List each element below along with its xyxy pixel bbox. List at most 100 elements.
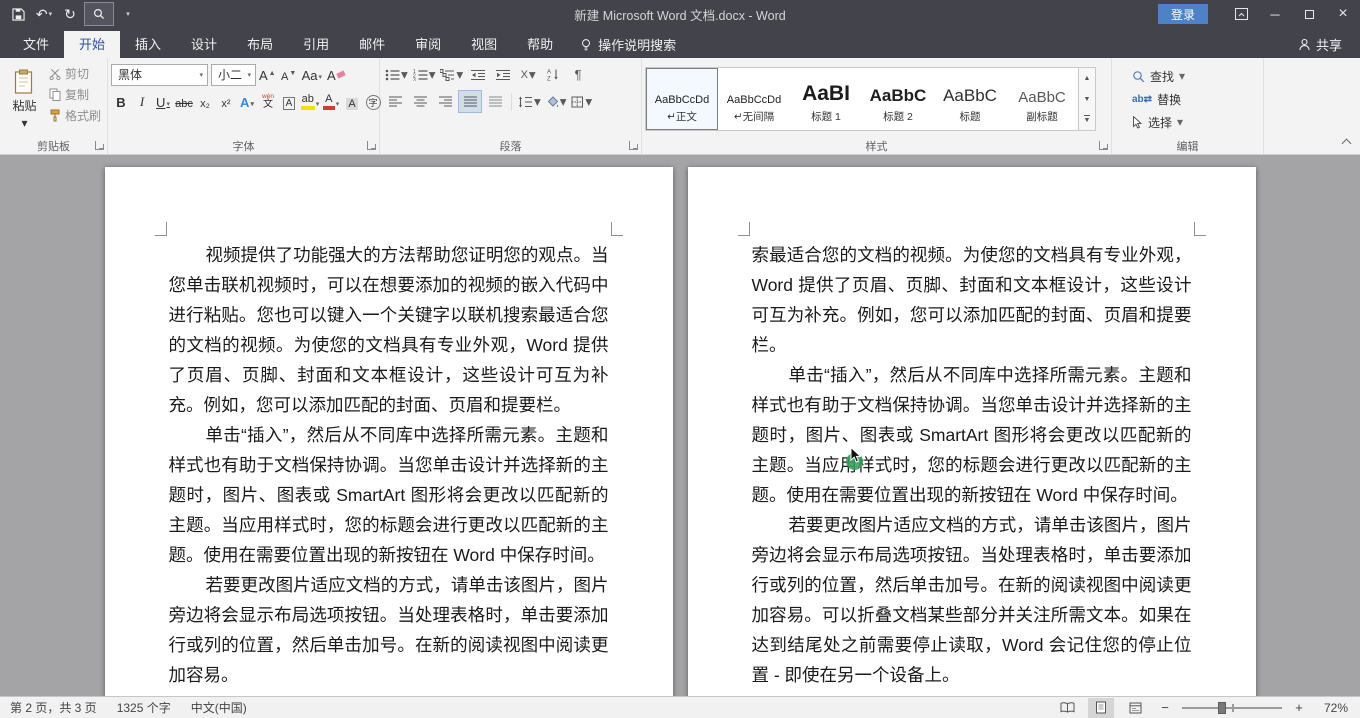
redo-button[interactable]: ↻ bbox=[58, 2, 82, 26]
italic-button[interactable]: I bbox=[132, 90, 152, 113]
paragraph-dialog-launcher[interactable] bbox=[629, 141, 638, 150]
borders-button[interactable]: ▾ bbox=[569, 90, 594, 113]
font-color-button[interactable]: A ▾ bbox=[321, 90, 341, 113]
ribbon-tab-bar: 文件 开始 插入 设计 布局 引用 邮件 审阅 视图 帮助 操作说明搜索 共享 bbox=[0, 28, 1360, 58]
tab-view[interactable]: 视图 bbox=[456, 31, 512, 58]
style-subtitle[interactable]: AaBbC 副标题 bbox=[1006, 68, 1078, 130]
text-effects-button[interactable]: A▾ bbox=[237, 90, 257, 113]
style-title[interactable]: AaBbC 标题 bbox=[934, 68, 1006, 130]
styles-scroll-up-button[interactable]: ▲ bbox=[1079, 68, 1095, 89]
maximize-button[interactable] bbox=[1292, 0, 1326, 28]
tab-layout[interactable]: 布局 bbox=[232, 31, 288, 58]
character-border-button[interactable]: A bbox=[279, 90, 299, 113]
subscript-button[interactable]: x₂ bbox=[195, 90, 215, 113]
zoom-in-button[interactable]: + bbox=[1290, 699, 1308, 717]
tab-home[interactable]: 开始 bbox=[64, 31, 120, 58]
font-name-select[interactable]: 黑体▾ bbox=[111, 64, 208, 86]
line-spacing-button[interactable]: ▾ bbox=[516, 90, 543, 113]
clear-formatting-button[interactable]: A bbox=[325, 63, 347, 86]
tab-file[interactable]: 文件 bbox=[8, 31, 64, 58]
paste-button[interactable]: 粘贴 ▾ bbox=[3, 61, 46, 137]
tab-mailings[interactable]: 邮件 bbox=[344, 31, 400, 58]
style-normal[interactable]: AaBbCcDd ↵正文 bbox=[646, 68, 718, 130]
clipboard-dialog-launcher[interactable] bbox=[95, 141, 104, 150]
change-case-button[interactable]: Aa▾ bbox=[300, 63, 324, 86]
styles-scroll-down-button[interactable]: ▼ bbox=[1079, 89, 1095, 110]
style-no-spacing[interactable]: AaBbCcDd ↵无间隔 bbox=[718, 68, 790, 130]
character-shading-button[interactable]: A bbox=[342, 90, 362, 113]
sort-button[interactable]: AZ bbox=[541, 63, 565, 86]
zoom-slider-thumb[interactable] bbox=[1218, 702, 1226, 714]
qat-custom-button[interactable] bbox=[84, 2, 114, 26]
superscript-button[interactable]: x² bbox=[216, 90, 236, 113]
replace-button[interactable]: ab⇄ 替换 bbox=[1129, 89, 1260, 109]
font-dialog-launcher[interactable] bbox=[367, 141, 376, 150]
chevron-down-icon: ▾ bbox=[534, 94, 541, 110]
select-button[interactable]: 选择 ▾ bbox=[1129, 112, 1260, 132]
ribbon-display-options-button[interactable] bbox=[1224, 0, 1258, 28]
styles-dialog-launcher[interactable] bbox=[1099, 141, 1108, 150]
read-mode-button[interactable] bbox=[1054, 698, 1080, 718]
tab-references[interactable]: 引用 bbox=[288, 31, 344, 58]
style-heading-2[interactable]: AaBbC 标题 2 bbox=[862, 68, 934, 130]
underline-button[interactable]: U▾ bbox=[153, 90, 173, 113]
chinese-layout-button[interactable]: X▾ bbox=[516, 63, 540, 86]
increase-indent-button[interactable] bbox=[491, 63, 515, 86]
phonetic-guide-button[interactable]: wén文 bbox=[258, 90, 278, 113]
language-indicator[interactable]: 中文(中国) bbox=[191, 699, 247, 716]
cut-button[interactable]: 剪切 bbox=[46, 64, 104, 83]
undo-button[interactable]: ↶▾ bbox=[32, 2, 56, 26]
decrease-indent-button[interactable] bbox=[466, 63, 490, 86]
zoom-level[interactable]: 72% bbox=[1316, 701, 1348, 715]
style-heading-1[interactable]: AaBI 标题 1 bbox=[790, 68, 862, 130]
styles-more-button[interactable]: ▼ bbox=[1079, 109, 1095, 130]
document-area[interactable]: 视频提供了功能强大的方法帮助您证明您的观点。当您单击联机视频时，可以在想要添加的… bbox=[0, 155, 1360, 696]
align-left-button[interactable] bbox=[383, 90, 407, 113]
margin-crop-mark bbox=[1194, 222, 1206, 236]
save-icon bbox=[12, 8, 25, 21]
distribute-button[interactable] bbox=[483, 90, 507, 113]
numbering-button[interactable]: 123 ▾ bbox=[411, 63, 438, 86]
sign-in-button[interactable]: 登录 bbox=[1158, 4, 1208, 24]
font-size-select[interactable]: 小二▾ bbox=[211, 64, 256, 86]
page-indicator[interactable]: 第 2 页，共 3 页 bbox=[10, 699, 97, 716]
tell-me-search[interactable]: 操作说明搜索 bbox=[568, 31, 688, 58]
word-count[interactable]: 1325 个字 bbox=[117, 699, 171, 716]
align-right-button[interactable] bbox=[433, 90, 457, 113]
copy-button[interactable]: 复制 bbox=[46, 85, 104, 104]
tab-help[interactable]: 帮助 bbox=[512, 31, 568, 58]
strikethrough-button[interactable]: abc bbox=[174, 90, 194, 113]
web-layout-button[interactable] bbox=[1122, 698, 1148, 718]
paragraph: 若要更改图片适应文档的方式，请单击该图片，图片旁边将会显示布局选项按钮。当处理表… bbox=[169, 570, 609, 690]
zoom-slider-midpoint bbox=[1232, 704, 1234, 712]
print-layout-button[interactable] bbox=[1088, 698, 1114, 718]
qat-customize-button[interactable]: ▾ bbox=[116, 2, 140, 26]
page-2[interactable]: 索最适合您的文档的视频。为使您的文档具有专业外观，Word 提供了页眉、页脚、封… bbox=[688, 167, 1256, 696]
grow-font-button[interactable]: A▲ bbox=[257, 63, 278, 86]
multilevel-list-button[interactable]: ▾ bbox=[438, 63, 465, 86]
strikethrough-icon: abc bbox=[175, 98, 193, 110]
share-button[interactable]: 共享 bbox=[1298, 31, 1342, 58]
zoom-out-button[interactable]: − bbox=[1156, 699, 1174, 717]
borders-icon bbox=[571, 96, 584, 108]
align-center-button[interactable] bbox=[408, 90, 432, 113]
tab-insert[interactable]: 插入 bbox=[120, 31, 176, 58]
grow-font-icon: A bbox=[259, 68, 268, 83]
find-button[interactable]: 查找 ▾ bbox=[1129, 66, 1260, 86]
tab-design[interactable]: 设计 bbox=[176, 31, 232, 58]
bold-button[interactable]: B bbox=[111, 90, 131, 113]
close-button[interactable]: × bbox=[1326, 0, 1360, 28]
chevron-down-icon: ▾ bbox=[585, 94, 592, 110]
tab-review[interactable]: 审阅 bbox=[400, 31, 456, 58]
highlight-color-button[interactable]: ab ▾ bbox=[300, 90, 320, 113]
shrink-font-button[interactable]: A▼ bbox=[279, 63, 299, 86]
shading-button[interactable]: ▾ bbox=[544, 90, 569, 113]
format-painter-button[interactable]: 格式刷 bbox=[46, 106, 104, 125]
save-button[interactable] bbox=[6, 2, 30, 26]
zoom-slider[interactable] bbox=[1182, 699, 1282, 717]
show-hide-marks-button[interactable]: ¶ bbox=[566, 63, 590, 86]
page-1[interactable]: 视频提供了功能强大的方法帮助您证明您的观点。当您单击联机视频时，可以在想要添加的… bbox=[105, 167, 673, 696]
justify-button[interactable] bbox=[458, 90, 482, 113]
minimize-button[interactable]: ─ bbox=[1258, 0, 1292, 28]
bullets-button[interactable]: ▾ bbox=[383, 63, 410, 86]
